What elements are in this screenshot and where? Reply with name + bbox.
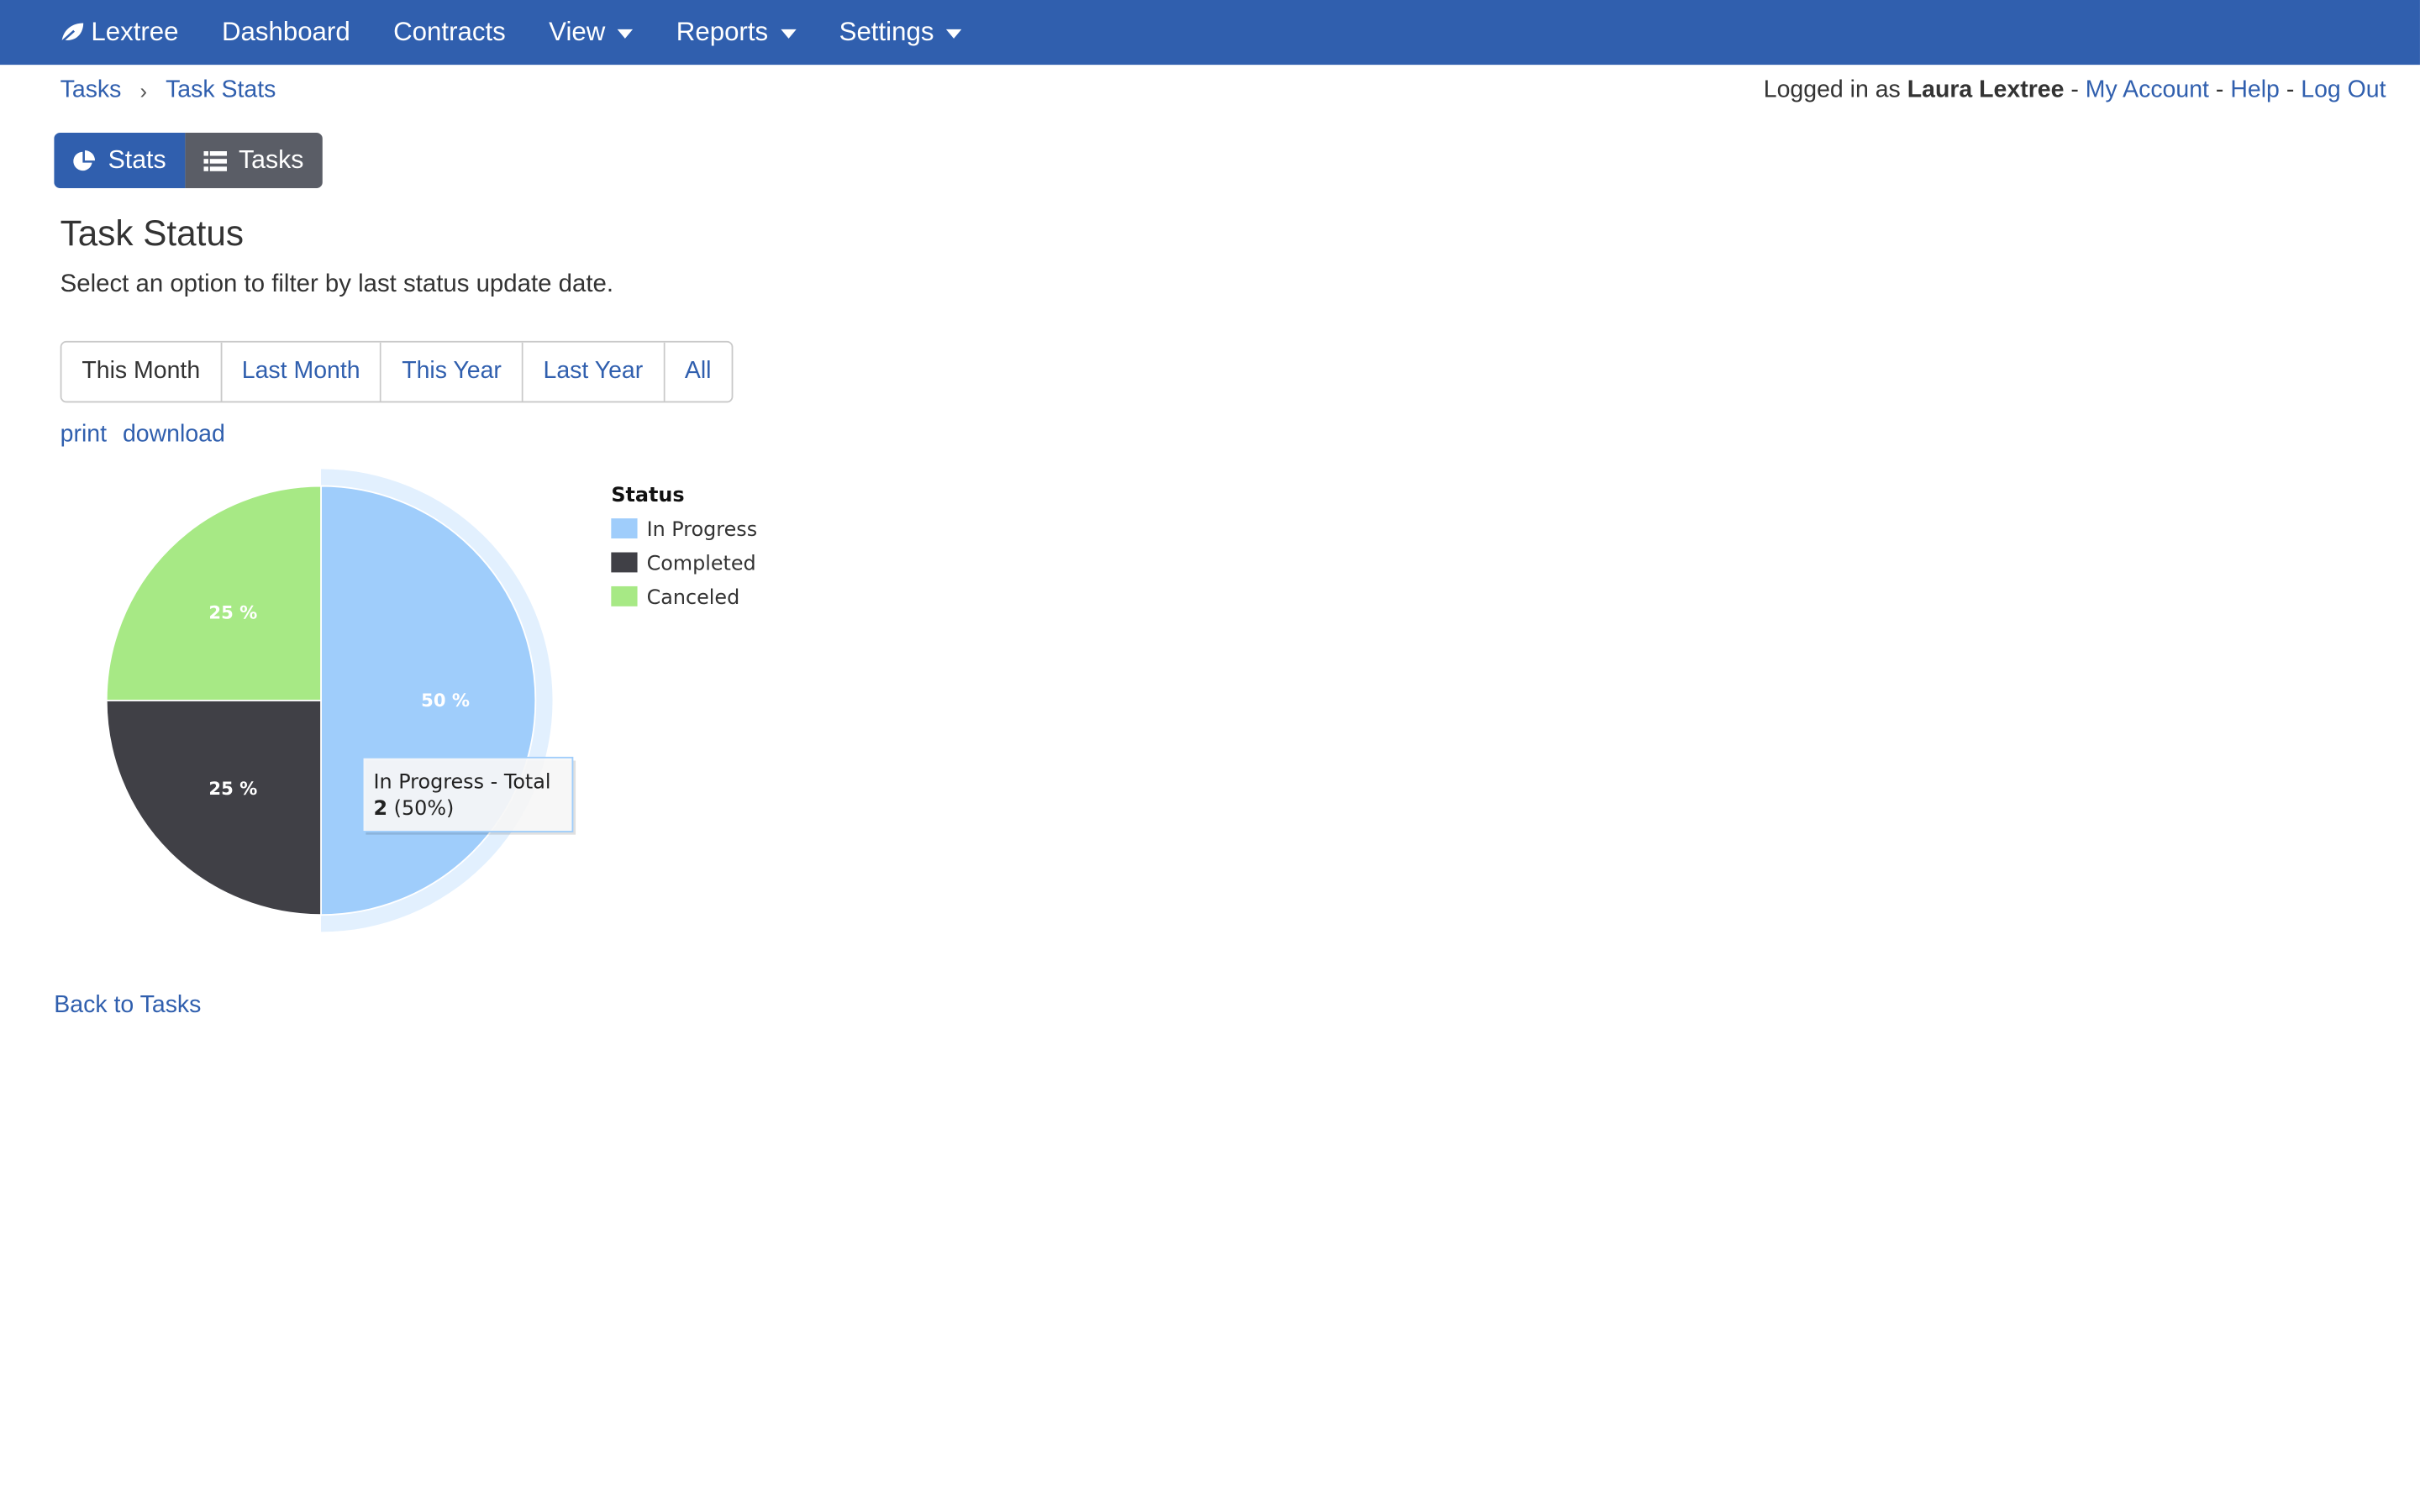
slice-data-label: 25 % xyxy=(208,778,257,799)
breadcrumb-separator: › xyxy=(139,78,148,104)
caret-down-icon xyxy=(780,29,797,39)
tooltip-box xyxy=(361,756,574,832)
page-subtitle: Select an option to filter by last statu… xyxy=(60,271,614,298)
chart-tooltip: In Progress - Total2 (50%) xyxy=(361,756,576,835)
list-icon xyxy=(203,150,227,171)
tasks-toggle-button[interactable]: Tasks xyxy=(184,132,323,189)
legend-swatch xyxy=(611,585,638,606)
date-filter-group: This Month Last Month This Year Last Yea… xyxy=(60,340,734,403)
nav-view-label: View xyxy=(549,17,606,47)
separator-dash: - xyxy=(2286,76,2295,104)
page-title: Task Status xyxy=(60,213,244,254)
back-to-tasks-link[interactable]: Back to Tasks xyxy=(54,992,201,1020)
top-navbar: Lextree Dashboard Contracts View Reports… xyxy=(0,0,2420,66)
task-status-pie-chart: 50 % 25 % 25 % Status In Progress Completed Ca… xyxy=(105,469,757,932)
download-link[interactable]: download xyxy=(123,421,225,447)
nav-dashboard[interactable]: Dashboard xyxy=(200,0,371,65)
chart-legend: Status In Progress Completed Canceled xyxy=(611,483,757,609)
account-bar: Logged in as Laura Lextree - My Account … xyxy=(1764,77,2386,105)
separator-dash: - xyxy=(2215,76,2224,104)
pie-slice-completed[interactable] xyxy=(105,699,322,916)
slice-data-label: 25 % xyxy=(208,602,257,623)
nav-dashboard-label: Dashboard xyxy=(221,17,350,47)
nav-reports-dropdown[interactable]: Reports xyxy=(655,0,818,65)
caret-down-icon xyxy=(617,29,634,39)
nav-contracts[interactable]: Contracts xyxy=(371,0,527,65)
my-account-link[interactable]: My Account xyxy=(2086,77,2209,103)
filter-this-year[interactable]: This Year xyxy=(381,342,523,402)
help-link[interactable]: Help xyxy=(2230,77,2280,103)
legend-swatch xyxy=(611,552,638,573)
legend-item-label[interactable]: Completed xyxy=(647,552,756,575)
tooltip-title: In Progress - Total xyxy=(373,770,550,794)
legend-title: Status xyxy=(611,483,684,507)
breadcrumb-tasks[interactable]: Tasks xyxy=(60,77,122,105)
print-link[interactable]: print xyxy=(60,421,107,447)
breadcrumb-task-stats[interactable]: Task Stats xyxy=(166,77,276,105)
legend-item-label[interactable]: In Progress xyxy=(647,517,758,541)
chart-tools: print download xyxy=(60,421,225,449)
leaf-icon xyxy=(59,22,84,44)
filter-last-month[interactable]: Last Month xyxy=(221,342,382,402)
stats-toggle-button[interactable]: Stats xyxy=(54,132,185,189)
nav-reports-label: Reports xyxy=(676,17,769,47)
pie-chart-icon xyxy=(73,150,96,171)
brand-label: Lextree xyxy=(91,17,179,47)
breadcrumb: Tasks › Task Stats xyxy=(60,77,276,105)
separator-dash: - xyxy=(2070,76,2079,104)
slice-data-label: 50 % xyxy=(421,690,470,711)
user-name: Laura Lextree xyxy=(1907,76,2065,104)
pie-slice-canceled[interactable] xyxy=(105,485,322,701)
stats-toggle-label: Stats xyxy=(108,145,166,174)
filter-all[interactable]: All xyxy=(664,342,732,402)
tasks-toggle-label: Tasks xyxy=(238,145,304,174)
nav-view-dropdown[interactable]: View xyxy=(527,0,655,65)
view-toggle: Stats Tasks xyxy=(54,132,323,189)
logged-in-prefix: Logged in as xyxy=(1763,76,1901,104)
filter-last-year[interactable]: Last Year xyxy=(523,342,665,402)
legend-swatch xyxy=(611,518,638,539)
filter-this-month[interactable]: This Month xyxy=(61,342,222,402)
caret-down-icon xyxy=(946,29,962,39)
nav-settings-dropdown[interactable]: Settings xyxy=(818,0,983,65)
nav-settings-label: Settings xyxy=(839,17,934,47)
nav-contracts-label: Contracts xyxy=(393,17,506,47)
tooltip-value: 2 (50%) xyxy=(373,796,454,820)
legend-item-label[interactable]: Canceled xyxy=(647,585,740,609)
logout-link[interactable]: Log Out xyxy=(2301,77,2386,103)
brand-link[interactable]: Lextree xyxy=(37,0,200,65)
